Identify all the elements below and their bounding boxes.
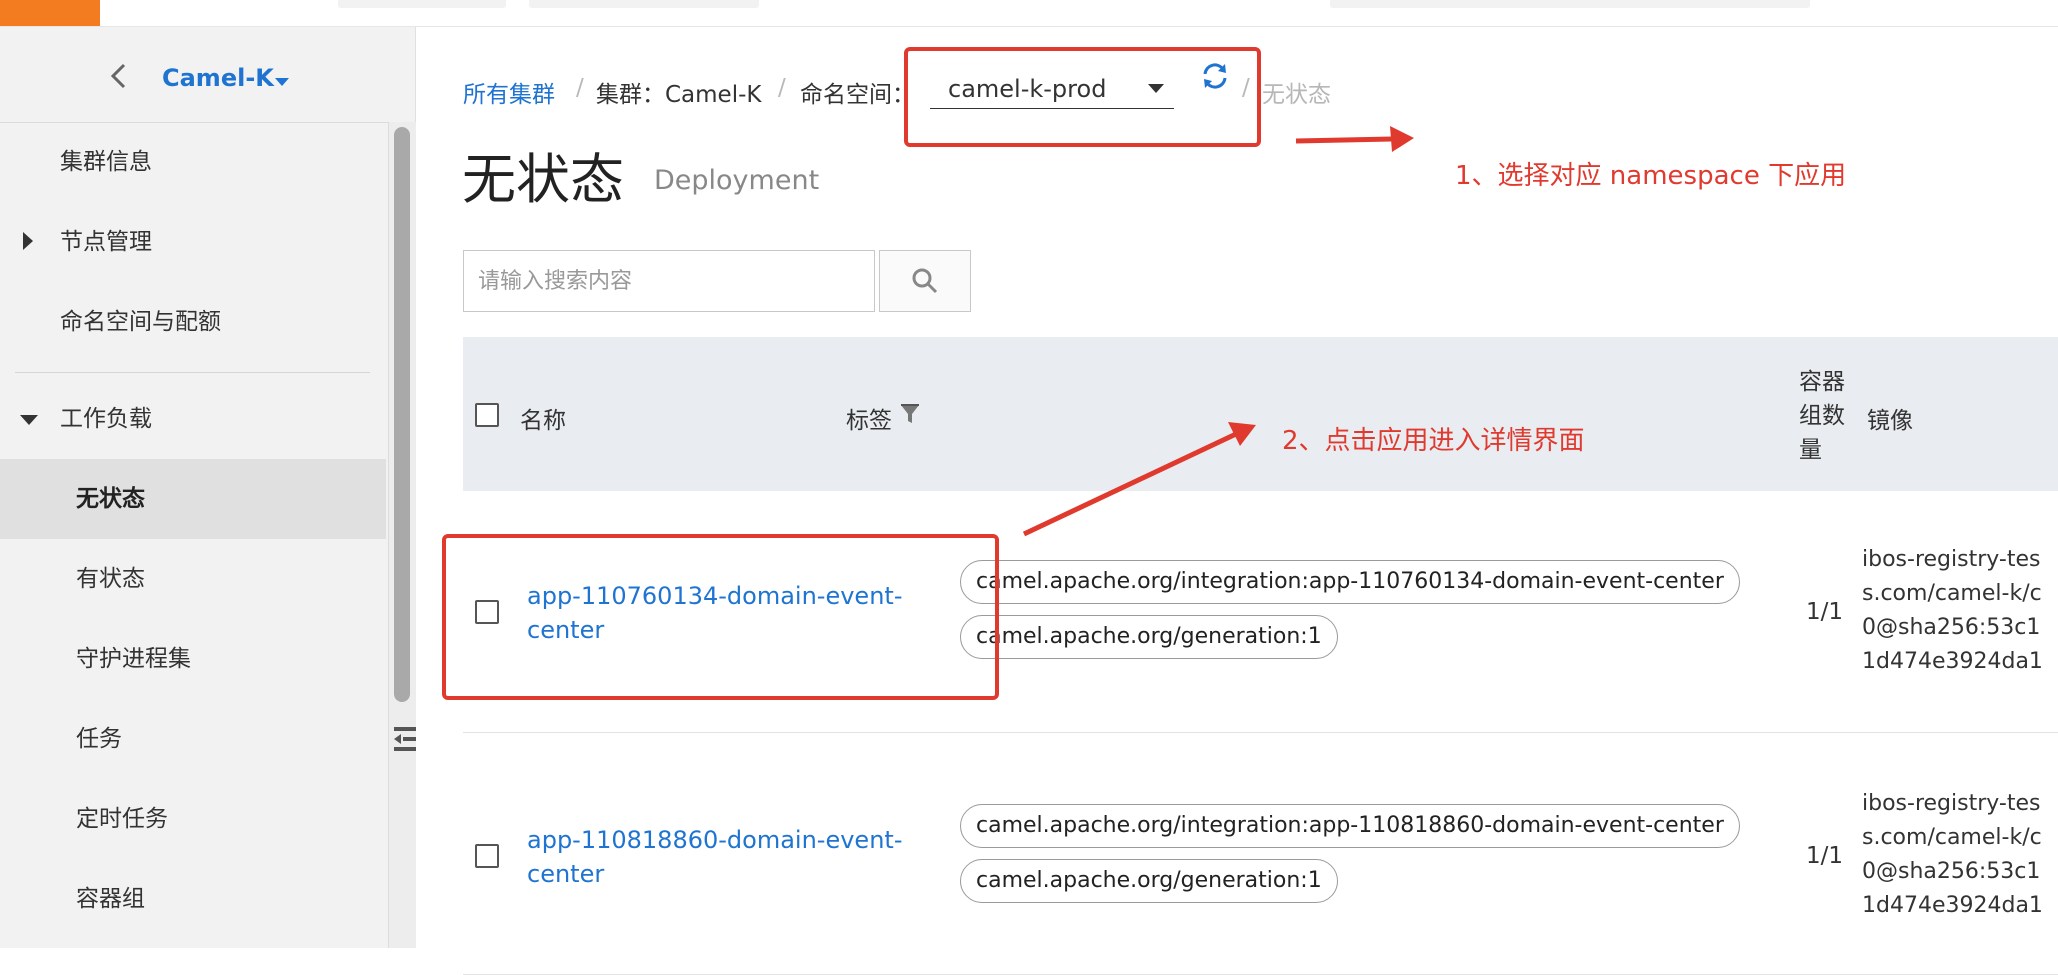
arrow-head [1390, 126, 1414, 152]
annotation-step1: 1、选择对应 namespace 下应用 [1455, 161, 1847, 191]
arrow-line [1295, 136, 1393, 144]
arrow-line [1022, 431, 1238, 537]
annotation-arrows [1022, 126, 1414, 537]
annotation-step2: 2、点击应用进入详情界面 [1282, 426, 1585, 456]
